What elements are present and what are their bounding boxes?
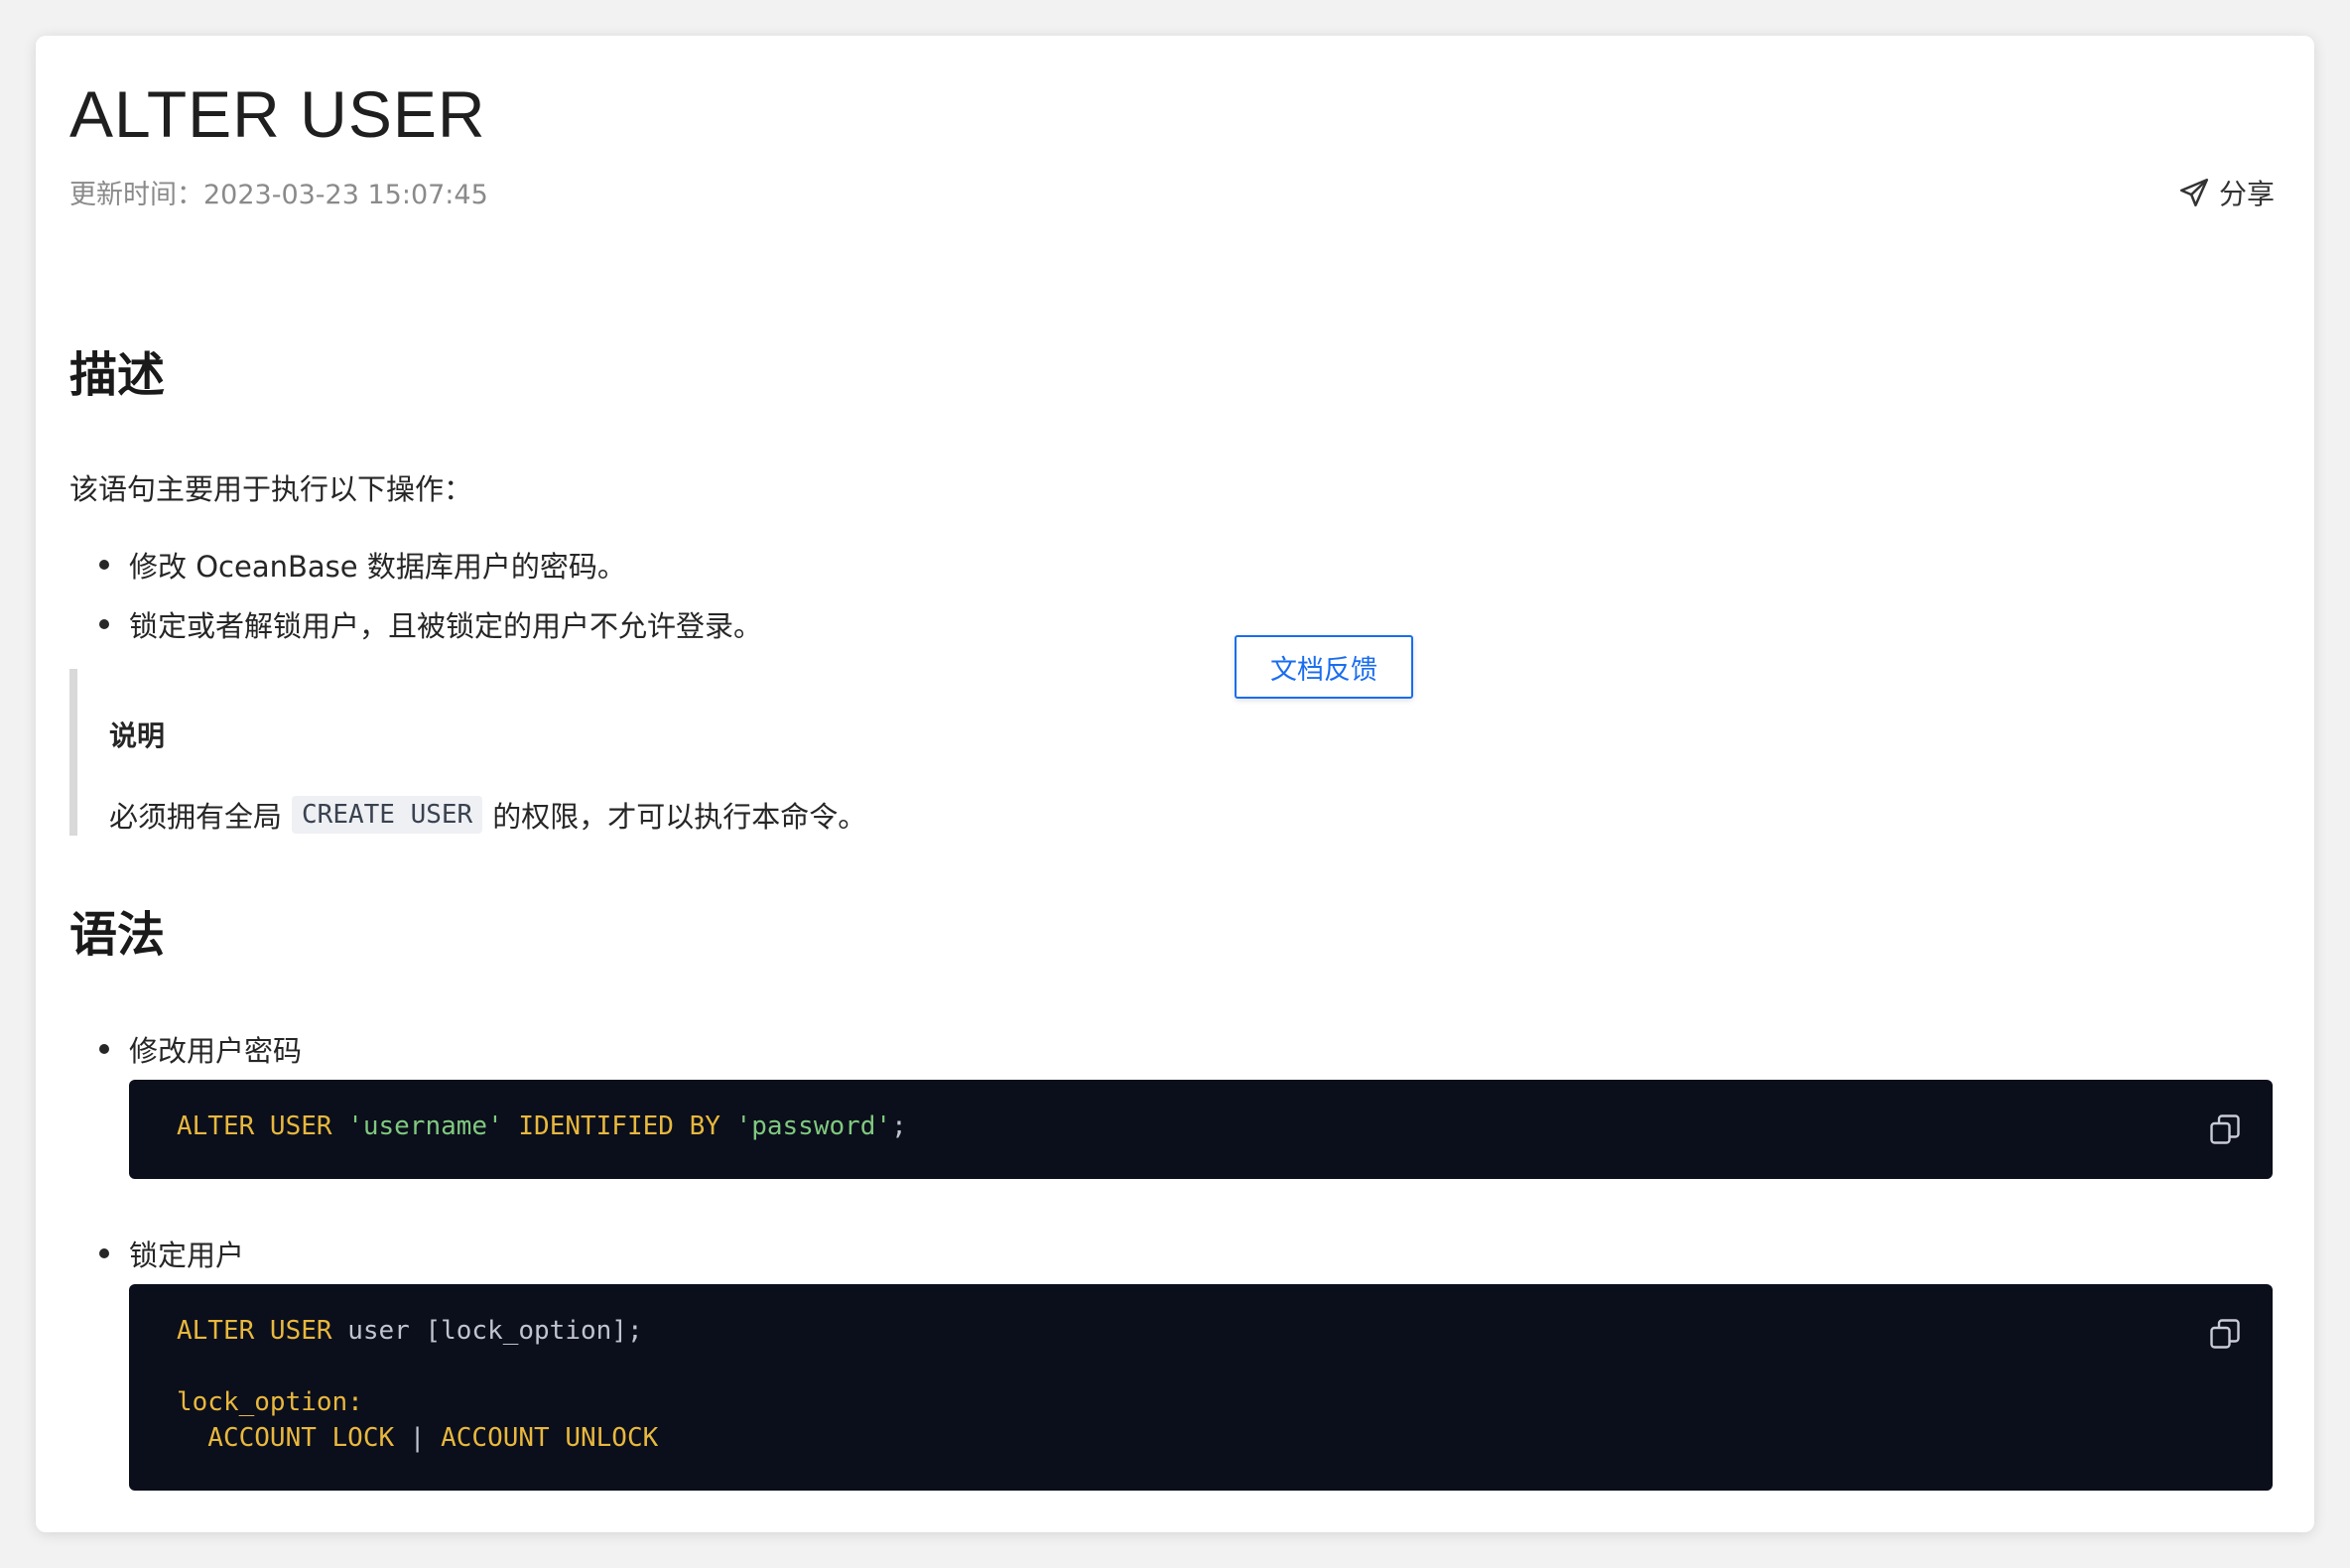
code-line: ALTER USER 'username' IDENTIFIED BY 'pas… xyxy=(177,1111,907,1141)
code-string: 'username' xyxy=(347,1111,503,1141)
update-time-label: 更新时间： xyxy=(69,180,203,210)
note-text-before: 必须拥有全局 xyxy=(109,800,283,834)
code-line: ALTER USER user [lock_option]; xyxy=(177,1316,643,1346)
send-icon xyxy=(2179,178,2209,207)
code-block-password: ALTER USER 'username' IDENTIFIED BY 'pas… xyxy=(129,1080,2273,1179)
code-string: 'password' xyxy=(735,1111,892,1141)
code-text: user [lock_option]; xyxy=(347,1316,643,1346)
code-keyword: ALTER USER xyxy=(177,1111,348,1141)
share-button[interactable]: 分享 xyxy=(2177,173,2275,212)
doc-card: ALTER USER 更新时间：2023-03-23 15:07:45 分享 描… xyxy=(36,36,2314,1532)
code-keyword: ALTER USER xyxy=(177,1316,348,1346)
share-label: 分享 xyxy=(2218,178,2275,210)
code-keyword: ACCOUNT UNLOCK xyxy=(441,1423,659,1453)
update-time: 更新时间：2023-03-23 15:07:45 xyxy=(69,173,488,211)
list-item-text: 修改 OceanBase 数据库用户的密码。 xyxy=(129,550,626,584)
list-item: 锁定或者解锁用户，且被锁定的用户不允许登录。 xyxy=(99,603,762,645)
note-title: 说明 xyxy=(109,719,166,752)
bullet-dot xyxy=(99,619,109,629)
bullet-dot xyxy=(99,560,109,570)
code-keyword: ACCOUNT LOCK xyxy=(177,1423,395,1453)
update-time-value: 2023-03-23 15:07:45 xyxy=(203,180,488,210)
feedback-button[interactable]: 文档反馈 xyxy=(1235,635,1413,699)
note-body: 必须拥有全局 CREATE USER 的权限，才可以执行本命令。 xyxy=(109,794,866,836)
inline-code: CREATE USER xyxy=(292,796,483,834)
section-heading-description: 描述 xyxy=(69,347,166,403)
page-title: ALTER USER xyxy=(69,77,486,151)
list-item: 修改 OceanBase 数据库用户的密码。 xyxy=(99,544,626,586)
copy-icon[interactable] xyxy=(2207,1316,2243,1352)
code-keyword: lock_option: xyxy=(177,1387,363,1417)
code-line: ACCOUNT LOCK | ACCOUNT UNLOCK xyxy=(177,1423,658,1453)
code-keyword: IDENTIFIED BY xyxy=(502,1111,736,1141)
section-heading-syntax: 语法 xyxy=(69,907,166,963)
note-block: 说明 必须拥有全局 CREATE USER 的权限，才可以执行本命令。 xyxy=(69,669,1169,836)
list-item-text: 修改用户密码 xyxy=(129,1034,303,1068)
copy-icon[interactable] xyxy=(2207,1111,2243,1147)
code-block-lock: ALTER USER user [lock_option]; lock_opti… xyxy=(129,1284,2273,1491)
list-item-text: 锁定用户 xyxy=(129,1239,245,1272)
bullet-dot xyxy=(99,1248,109,1258)
list-item: 修改用户密码 xyxy=(99,1028,302,1070)
code-punct: | xyxy=(394,1423,442,1453)
note-text-after: 的权限，才可以执行本命令。 xyxy=(492,800,867,834)
description-intro: 该语句主要用于执行以下操作： xyxy=(69,472,473,506)
list-item: 锁定用户 xyxy=(99,1233,244,1274)
bullet-dot xyxy=(99,1044,109,1054)
list-item-text: 锁定或者解锁用户，且被锁定的用户不允许登录。 xyxy=(129,609,763,643)
code-line: lock_option: xyxy=(177,1387,363,1417)
code-punct: ; xyxy=(891,1111,907,1141)
